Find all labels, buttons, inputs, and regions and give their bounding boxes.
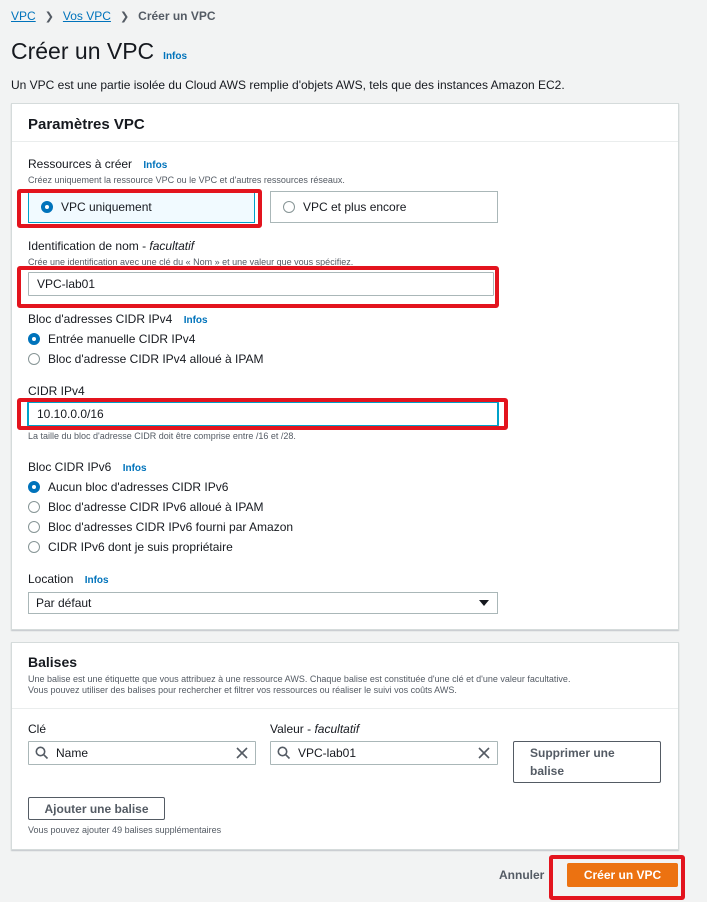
resources-label: Ressources à créer [28, 157, 133, 171]
remove-tag-button[interactable]: Supprimer une balise [513, 741, 661, 783]
ipv4-manual-label: Entrée manuelle CIDR IPv4 [48, 332, 196, 346]
name-tag-label: Identification de nom - [28, 239, 150, 253]
radio-unselected-icon [28, 353, 40, 365]
location-label-row: Location Infos [28, 572, 109, 586]
search-icon [35, 746, 49, 760]
location-select[interactable]: Par défaut [28, 592, 498, 614]
vpc-and-more-option[interactable]: VPC et plus encore [270, 191, 498, 223]
name-tag-label-row: Identification de nom - facultatif [28, 239, 194, 253]
add-tag-button[interactable]: Ajouter une balise [28, 797, 165, 820]
ipv4-cidr-hint: La taille du bloc d'adresse CIDR doit êt… [28, 431, 296, 441]
ipv4-ipam-option[interactable]: Bloc d'adresse CIDR IPv4 alloué à IPAM [28, 352, 264, 366]
tag-value-input[interactable]: VPC-lab01 [270, 741, 498, 765]
ipv4-manual-option[interactable]: Entrée manuelle CIDR IPv4 [28, 332, 195, 346]
ipv6-none-option[interactable]: Aucun bloc d'adresses CIDR IPv6 [28, 480, 228, 494]
tag-key-value: Name [56, 746, 89, 760]
clear-icon[interactable] [235, 746, 249, 760]
tag-value-label: Valeur - [270, 722, 315, 736]
ipv4-block-info-link[interactable]: Infos [184, 315, 208, 326]
name-tag-value: VPC-lab01 [37, 277, 96, 291]
ipv6-ipam-option[interactable]: Bloc d'adresse CIDR IPv6 alloué à IPAM [28, 500, 264, 514]
ipv6-block-label: Bloc CIDR IPv6 [28, 460, 112, 474]
tags-description-2: Vous pouvez utiliser des balises pour re… [28, 685, 457, 695]
title-info-link[interactable]: Infos [163, 51, 187, 62]
ipv4-ipam-label: Bloc d'adresse CIDR IPv4 alloué à IPAM [48, 352, 264, 366]
add-tag-label: Ajouter une balise [44, 801, 149, 816]
ipv6-block-label-row: Bloc CIDR IPv6 Infos [28, 460, 147, 474]
caret-down-icon [479, 600, 489, 606]
tag-value-optional: facultatif [314, 722, 360, 736]
ipv6-own-option[interactable]: CIDR IPv6 dont je suis propriétaire [28, 540, 233, 554]
resources-label-row: Ressources à créer Infos [28, 157, 167, 171]
radio-selected-icon [28, 333, 40, 345]
resources-hint: Créez uniquement la ressource VPC ou le … [28, 175, 345, 185]
tag-key-label: Clé [28, 722, 47, 736]
radio-selected-icon [28, 481, 40, 493]
breadcrumb-vpc-link[interactable]: VPC [11, 9, 36, 23]
ipv4-cidr-input[interactable]: 10.10.0.0/16 [28, 402, 498, 426]
vpc-only-option[interactable]: VPC uniquement [28, 191, 255, 223]
name-tag-hint: Crée une identification avec une clé du … [28, 257, 354, 267]
radio-unselected-icon [28, 521, 40, 533]
ipv6-own-label: CIDR IPv6 dont je suis propriétaire [48, 540, 233, 554]
breadcrumb-your-vpcs-link[interactable]: Vos VPC [63, 9, 111, 23]
radio-unselected-icon [283, 201, 295, 213]
breadcrumb: VPC ❯ Vos VPC ❯ Créer un VPC [11, 9, 216, 23]
vpc-settings-header: Paramètres VPC [12, 104, 678, 142]
ipv4-cidr-label: CIDR IPv4 [28, 384, 85, 398]
search-icon [277, 746, 291, 760]
resources-info-link[interactable]: Infos [143, 160, 167, 171]
tag-key-input[interactable]: Name [28, 741, 256, 765]
breadcrumb-current: Créer un VPC [138, 9, 216, 23]
vpc-settings-title: Paramètres VPC [28, 116, 145, 133]
create-vpc-button[interactable]: Créer un VPC [567, 863, 678, 887]
radio-unselected-icon [28, 501, 40, 513]
location-label: Location [28, 572, 74, 586]
tags-remaining: Vous pouvez ajouter 49 balises supplémen… [28, 825, 222, 835]
location-value: Par défaut [36, 596, 92, 610]
cancel-button[interactable]: Annuler [499, 868, 544, 882]
location-info-link[interactable]: Infos [85, 575, 109, 586]
tags-description-1: Une balise est une étiquette que vous at… [28, 674, 571, 684]
ipv6-block-info-link[interactable]: Infos [123, 463, 147, 474]
tags-title: Balises [28, 654, 78, 670]
remove-tag-label-1: Supprimer une [530, 746, 615, 760]
clear-icon[interactable] [477, 746, 491, 760]
create-vpc-label: Créer un VPC [583, 868, 662, 882]
page-description: Un VPC est une partie isolée du Cloud AW… [11, 78, 565, 92]
radio-selected-icon [41, 201, 53, 213]
page-title-row: Créer un VPC Infos [11, 38, 187, 65]
remove-tag-label-2: balise [530, 764, 565, 778]
vpc-only-label: VPC uniquement [61, 200, 152, 214]
radio-unselected-icon [28, 541, 40, 553]
vpc-and-more-label: VPC et plus encore [303, 200, 407, 214]
name-tag-input[interactable]: VPC-lab01 [28, 272, 494, 296]
page-title: Créer un VPC [11, 38, 155, 64]
chevron-right-icon: ❯ [119, 10, 130, 23]
ipv4-block-label: Bloc d'adresses CIDR IPv4 [28, 312, 173, 326]
ipv6-amazon-option[interactable]: Bloc d'adresses CIDR IPv6 fourni par Ama… [28, 520, 293, 534]
tag-value-label-row: Valeur - facultatif [270, 722, 359, 736]
tags-header: Balises Une balise est une étiquette que… [12, 643, 678, 709]
ipv6-ipam-label: Bloc d'adresse CIDR IPv6 alloué à IPAM [48, 500, 264, 514]
ipv4-cidr-value: 10.10.0.0/16 [37, 407, 104, 421]
ipv6-none-label: Aucun bloc d'adresses CIDR IPv6 [48, 480, 229, 494]
chevron-right-icon: ❯ [44, 10, 54, 23]
ipv6-amazon-label: Bloc d'adresses CIDR IPv6 fourni par Ama… [48, 520, 294, 534]
ipv4-block-label-row: Bloc d'adresses CIDR IPv4 Infos [28, 312, 208, 326]
tag-value-value: VPC-lab01 [298, 746, 357, 760]
name-tag-optional: facultatif [149, 239, 195, 253]
